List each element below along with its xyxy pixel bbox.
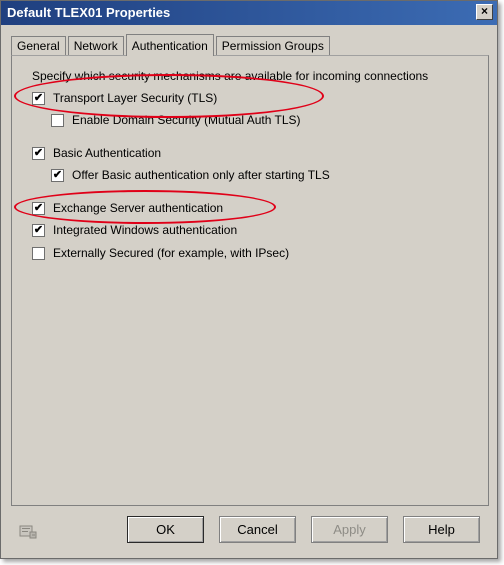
externally-secured-checkbox[interactable] bbox=[32, 246, 45, 260]
option-basic-after-tls[interactable]: ✔ Offer Basic authentication only after … bbox=[51, 168, 330, 182]
exchange-server-auth-checkbox[interactable]: ✔ bbox=[32, 201, 45, 215]
option-tls[interactable]: ✔ Transport Layer Security (TLS) bbox=[32, 91, 217, 105]
basic-auth-checkbox[interactable]: ✔ bbox=[32, 146, 45, 160]
properties-page-icon bbox=[19, 525, 37, 539]
basic-after-tls-label: Offer Basic authentication only after st… bbox=[72, 168, 330, 182]
close-icon: × bbox=[480, 4, 488, 18]
title-bar: Default TLEX01 Properties × bbox=[1, 1, 497, 25]
apply-button[interactable]: Apply bbox=[311, 516, 388, 543]
tls-checkbox[interactable]: ✔ bbox=[32, 91, 45, 105]
tab-strip: General Network Authentication Permissio… bbox=[11, 33, 332, 56]
close-button[interactable]: × bbox=[476, 4, 493, 20]
basic-auth-label: Basic Authentication bbox=[53, 146, 162, 160]
tls-label: Transport Layer Security (TLS) bbox=[53, 91, 218, 105]
tab-network[interactable]: Network bbox=[67, 36, 124, 55]
exchange-server-auth-label: Exchange Server authentication bbox=[53, 201, 224, 215]
check-icon: ✔ bbox=[33, 223, 44, 236]
domain-security-checkbox[interactable] bbox=[51, 113, 64, 127]
check-icon: ✔ bbox=[33, 201, 44, 214]
option-basic-auth[interactable]: ✔ Basic Authentication bbox=[32, 146, 161, 160]
check-icon: ✔ bbox=[33, 146, 44, 159]
integrated-windows-auth-label: Integrated Windows authentication bbox=[53, 223, 238, 237]
option-externally-secured[interactable]: Externally Secured (for example, with IP… bbox=[32, 246, 289, 260]
cancel-button[interactable]: Cancel bbox=[219, 516, 296, 543]
properties-dialog: Default TLEX01 Properties × General Netw… bbox=[0, 0, 498, 559]
basic-after-tls-checkbox[interactable]: ✔ bbox=[51, 168, 64, 182]
option-domain-security[interactable]: Enable Domain Security (Mutual Auth TLS) bbox=[51, 113, 301, 127]
help-button[interactable]: Help bbox=[403, 516, 480, 543]
domain-security-label: Enable Domain Security (Mutual Auth TLS) bbox=[72, 113, 301, 127]
ok-button[interactable]: OK bbox=[127, 516, 204, 543]
option-integrated-windows-auth[interactable]: ✔ Integrated Windows authentication bbox=[32, 223, 237, 237]
option-exchange-server-auth[interactable]: ✔ Exchange Server authentication bbox=[32, 201, 223, 215]
check-icon: ✔ bbox=[52, 168, 63, 181]
check-icon: ✔ bbox=[33, 91, 44, 104]
tab-authentication[interactable]: Authentication bbox=[125, 34, 214, 56]
tab-permission-groups[interactable]: Permission Groups bbox=[215, 36, 330, 55]
externally-secured-label: Externally Secured (for example, with IP… bbox=[53, 246, 290, 260]
integrated-windows-auth-checkbox[interactable]: ✔ bbox=[32, 223, 45, 237]
window-title: Default TLEX01 Properties bbox=[7, 5, 171, 20]
authentication-panel: Specify which security mechanisms are av… bbox=[11, 55, 489, 506]
panel-description: Specify which security mechanisms are av… bbox=[32, 69, 429, 83]
tab-general[interactable]: General bbox=[11, 36, 66, 55]
